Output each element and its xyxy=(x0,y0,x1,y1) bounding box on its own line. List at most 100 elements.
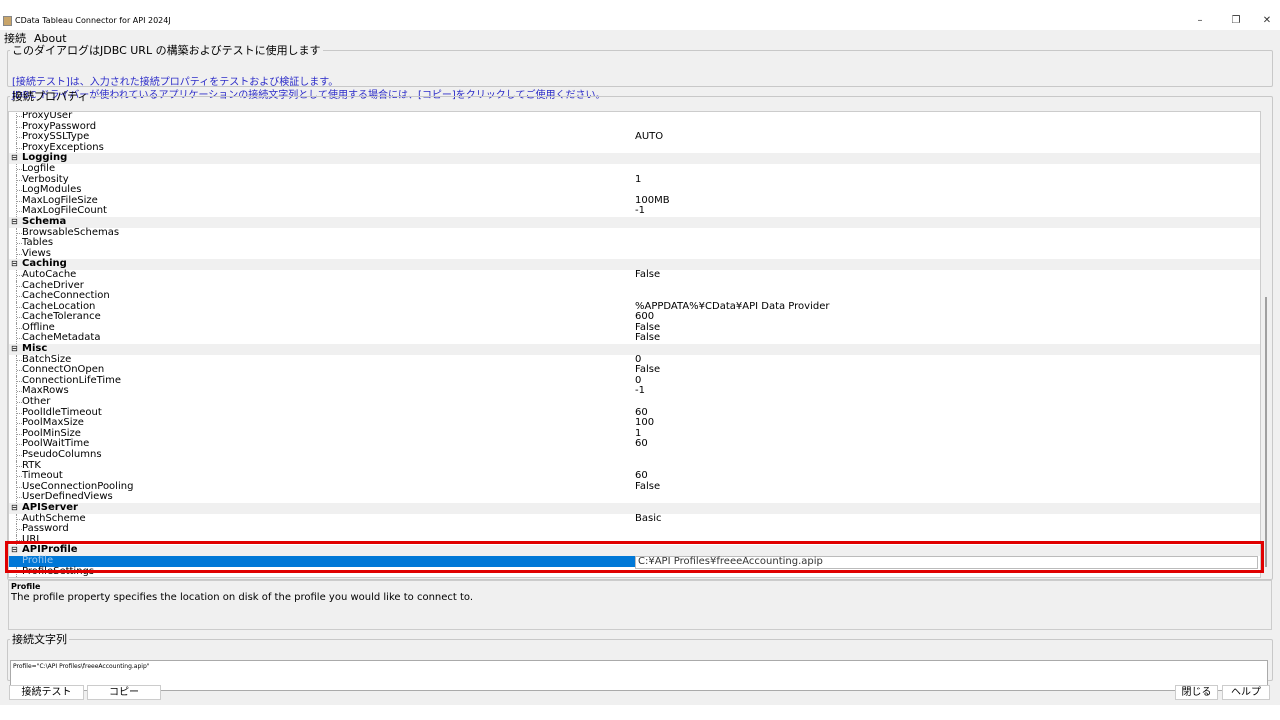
tree-line xyxy=(16,132,22,143)
tree-line xyxy=(16,248,22,260)
property-name: Logfile xyxy=(22,162,56,174)
test-connection-button[interactable]: 接続テスト xyxy=(9,685,84,700)
tree-line xyxy=(16,301,22,313)
property-value[interactable]: Basic xyxy=(635,513,661,525)
property-description: Profile The profile property specifies t… xyxy=(8,580,1272,630)
highlight-box xyxy=(5,541,1264,573)
property-category[interactable]: ⊟ Schema xyxy=(9,215,1260,228)
property-category[interactable]: ⊟ Logging xyxy=(9,153,1260,164)
tree-line xyxy=(16,312,22,323)
info-group: このダイアログはJDBC URL の構築およびテストに使用します [接続テスト]… xyxy=(7,42,1273,101)
tree-line xyxy=(16,174,22,186)
property-name: Schema xyxy=(22,215,67,227)
description-heading: Profile xyxy=(11,582,41,591)
tree-line xyxy=(16,185,22,196)
tree-line xyxy=(16,471,22,482)
tree-line xyxy=(16,195,22,207)
property-grid-scrollbar[interactable] xyxy=(1262,112,1270,578)
property-value[interactable]: AUTO xyxy=(635,132,663,143)
property-row[interactable]: Password xyxy=(9,524,1260,535)
tree-line xyxy=(16,365,22,376)
collapse-icon[interactable]: ⊟ xyxy=(11,344,18,355)
close-button[interactable]: 閉じる xyxy=(1175,685,1218,700)
title-bar: CData Tableau Connector for API 2024J – … xyxy=(0,12,1280,30)
tree-line xyxy=(16,291,22,302)
tree-line xyxy=(16,354,22,366)
tree-line xyxy=(16,206,22,217)
property-value[interactable]: -1 xyxy=(635,386,645,397)
property-row[interactable]: Tables xyxy=(9,238,1260,249)
info-legend: このダイアログはJDBC URL の構築およびテストに使用します xyxy=(12,44,321,57)
property-value[interactable]: False xyxy=(635,481,660,493)
tree-line xyxy=(16,280,22,292)
property-row[interactable]: ProxyUser xyxy=(9,111,1260,122)
tree-line xyxy=(16,450,22,461)
tree-line xyxy=(16,269,22,281)
property-row[interactable]: UseConnectionPooling False xyxy=(9,481,1260,493)
property-row[interactable]: MaxLogFileCount -1 xyxy=(9,206,1260,217)
tree-line xyxy=(16,428,22,440)
tree-line xyxy=(16,460,22,472)
property-name: AutoCache xyxy=(22,268,77,280)
tree-line xyxy=(16,333,22,345)
property-row[interactable]: BrowsableSchemas xyxy=(9,227,1260,239)
connection-string-field[interactable]: Profile="C:\API Profiles\freeeAccounting… xyxy=(10,660,1268,691)
property-row[interactable]: Logfile xyxy=(9,162,1260,175)
property-value[interactable]: 1 xyxy=(635,174,641,186)
collapse-icon[interactable]: ⊟ xyxy=(11,153,18,164)
tree-line xyxy=(16,112,22,122)
property-row[interactable]: CacheMetadata False xyxy=(9,333,1260,345)
description-text: The profile property specifies the locat… xyxy=(11,592,474,603)
collapse-icon[interactable]: ⊟ xyxy=(11,217,18,228)
tree-line xyxy=(16,121,22,133)
property-row[interactable]: ProxyExceptions xyxy=(9,142,1260,154)
tree-line xyxy=(16,481,22,493)
window-title: CData Tableau Connector for API 2024J xyxy=(15,16,171,25)
connection-string-legend: 接続文字列 xyxy=(12,633,67,646)
property-row[interactable]: AuthScheme Basic xyxy=(9,513,1260,525)
property-name: ProxyUser xyxy=(22,111,73,121)
tree-line xyxy=(16,524,22,535)
property-grid[interactable]: ProxyUser ProxyPassword ProxySSLType AUTO Pr… xyxy=(8,111,1261,578)
property-row[interactable]: UserDefinedViews xyxy=(9,492,1260,503)
collapse-icon[interactable]: ⊟ xyxy=(11,259,18,270)
properties-legend: 接続プロパティ xyxy=(12,90,89,103)
property-name: APIServer xyxy=(22,501,78,513)
property-row[interactable]: Verbosity 1 xyxy=(9,174,1260,186)
tree-line xyxy=(16,322,22,334)
tree-line xyxy=(16,492,22,503)
property-value[interactable]: False xyxy=(635,333,660,344)
scrollbar-thumb[interactable] xyxy=(1265,297,1267,567)
tree-line xyxy=(16,397,22,408)
property-value[interactable]: -1 xyxy=(635,206,645,217)
property-row[interactable]: AutoCache False xyxy=(9,268,1260,281)
property-value[interactable]: False xyxy=(635,269,660,281)
property-row[interactable]: MaxRows -1 xyxy=(9,386,1260,398)
property-name: PseudoColumns xyxy=(22,449,102,460)
property-row[interactable]: PoolWaitTime 60 xyxy=(9,439,1260,450)
close-window-button[interactable]: ✕ xyxy=(1257,12,1277,30)
property-value[interactable]: %APPDATA%¥CData¥API Data Provider xyxy=(635,301,829,313)
connection-string-group: 接続文字列 Profile="C:\API Profiles\freeeAcco… xyxy=(7,631,1273,691)
collapse-icon[interactable]: ⊟ xyxy=(11,503,18,514)
minimize-button[interactable]: – xyxy=(1190,12,1210,30)
tree-line xyxy=(16,407,22,419)
property-row[interactable]: ProxySSLType AUTO xyxy=(9,132,1260,143)
tree-line xyxy=(16,375,22,387)
property-row[interactable]: CacheDriver xyxy=(9,280,1260,292)
property-value[interactable]: 60 xyxy=(635,439,648,450)
property-row[interactable]: Views xyxy=(9,248,1260,260)
property-category[interactable]: ⊟ APIServer xyxy=(9,501,1260,514)
app-icon xyxy=(3,16,12,26)
tree-line xyxy=(16,513,22,525)
copy-button[interactable]: コピー xyxy=(87,685,161,700)
help-button[interactable]: ヘルプ xyxy=(1222,685,1270,700)
tree-line xyxy=(16,227,22,239)
tree-line xyxy=(16,142,22,154)
maximize-button[interactable]: ❐ xyxy=(1226,12,1246,30)
property-row[interactable]: PseudoColumns xyxy=(9,449,1260,461)
tree-line xyxy=(16,386,22,398)
tree-line xyxy=(16,163,22,175)
tree-line xyxy=(16,238,22,249)
tree-line xyxy=(16,418,22,429)
